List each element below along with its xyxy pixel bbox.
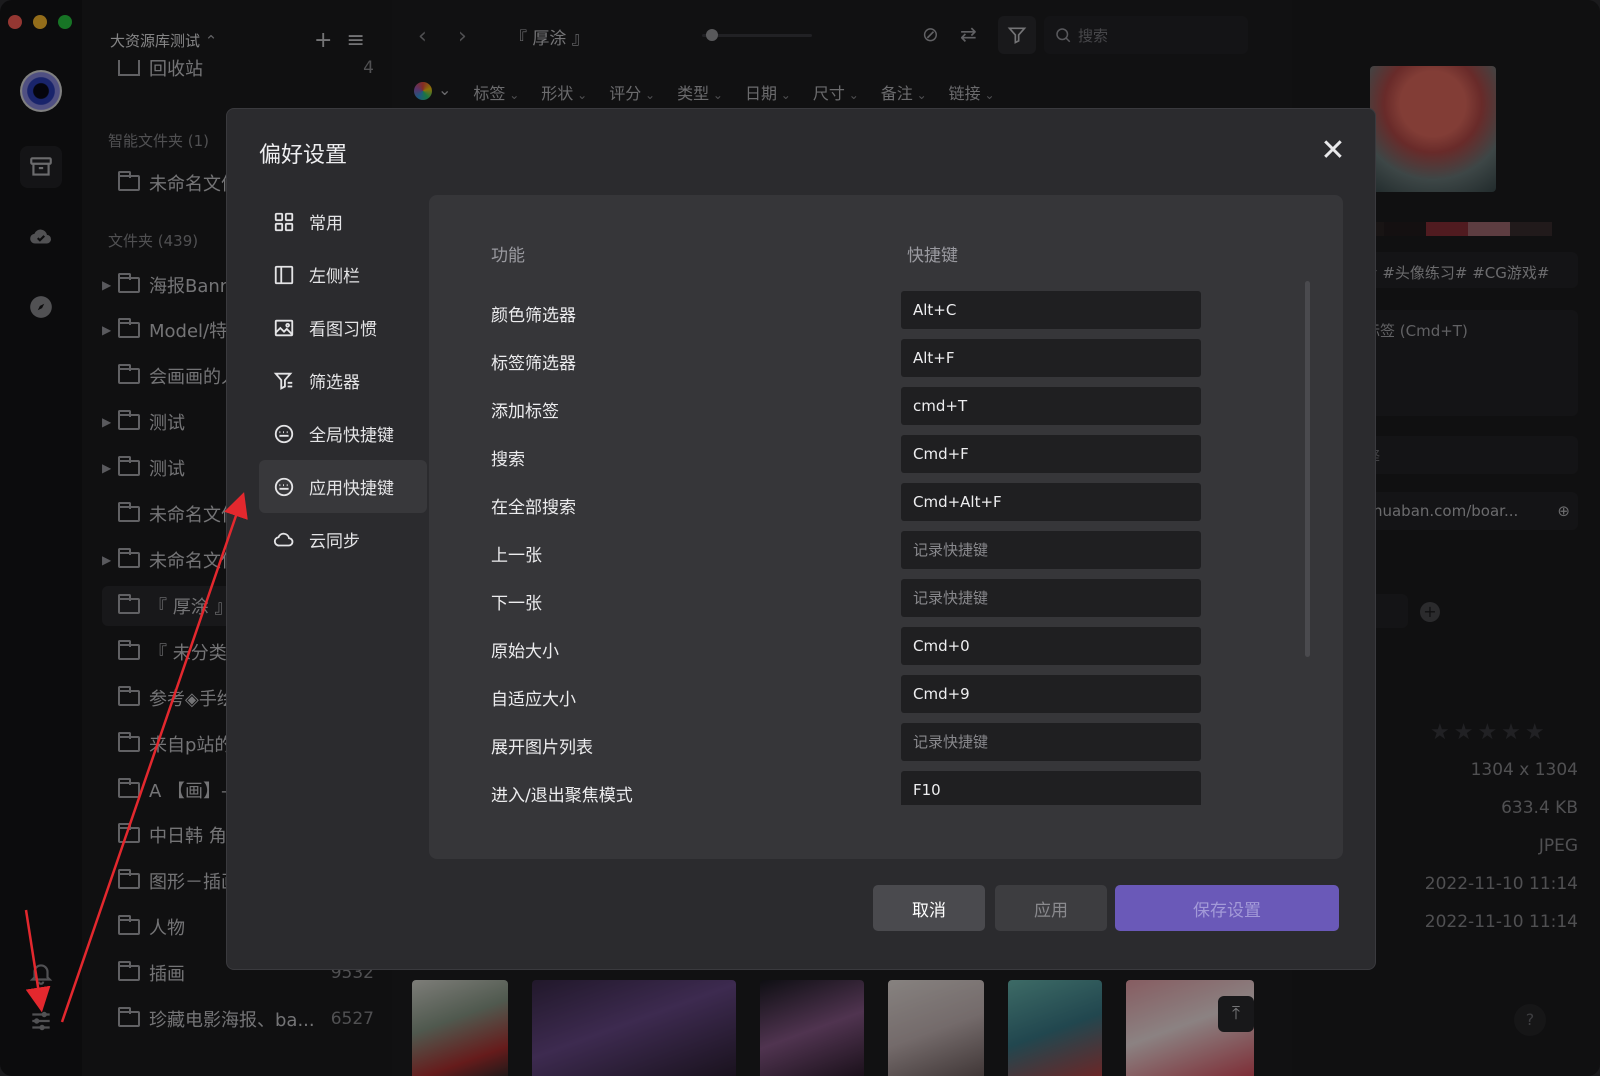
save-settings-button[interactable]: 保存设置 (1115, 885, 1339, 931)
shortcut-row: 原始大小 Cmd+0 (429, 627, 1309, 675)
shortcut-row: 上一张 记录快捷键 (429, 531, 1309, 579)
sidebar-layout-icon (273, 264, 295, 286)
nav-item-viewing[interactable]: 看图习惯 (259, 301, 427, 354)
shortcut-function-label: 自适应大小 (491, 690, 576, 710)
apply-button[interactable]: 应用 (995, 885, 1107, 931)
shortcut-row: 自适应大小 Cmd+9 (429, 675, 1309, 723)
preferences-dialog: 偏好设置 ✕ 常用 左侧栏 看图习惯 筛选器 全局快捷键 应用快捷键 云同步 功能 快捷键 … (226, 108, 1376, 970)
shortcut-key-field[interactable]: Cmd+F (901, 435, 1201, 473)
shortcut-function-label: 搜索 (491, 450, 525, 470)
shortcut-key-field[interactable]: F10 (901, 771, 1201, 805)
filter-icon (273, 370, 295, 392)
shortcuts-panel: 功能 快捷键 颜色筛选器 Alt+C 标签筛选器 Alt+F 添加标签 cmd+T 搜索 Cm… (429, 195, 1343, 859)
nav-label: 云同步 (309, 532, 360, 552)
nav-item-app-shortcuts[interactable]: 应用快捷键 (259, 460, 427, 513)
nav-item-global-shortcuts[interactable]: 全局快捷键 (259, 407, 427, 460)
keyboard-icon (273, 476, 295, 498)
shortcut-key-field[interactable]: 记录快捷键 (901, 579, 1201, 617)
nav-label: 应用快捷键 (309, 479, 394, 499)
shortcut-row: 在全部搜索 Cmd+Alt+F (429, 483, 1309, 531)
shortcut-function-label: 上一张 (491, 546, 542, 566)
shortcut-function-label: 原始大小 (491, 642, 559, 662)
nav-label: 筛选器 (309, 373, 360, 393)
nav-label: 左侧栏 (309, 267, 360, 287)
shortcut-key-field[interactable]: 记录快捷键 (901, 723, 1201, 761)
shortcut-key-field[interactable]: Cmd+0 (901, 627, 1201, 665)
shortcut-row: 搜索 Cmd+F (429, 435, 1309, 483)
shortcut-row: 展开图片列表 记录快捷键 (429, 723, 1309, 771)
cancel-button[interactable]: 取消 (873, 885, 985, 931)
image-icon (273, 317, 295, 339)
shortcut-key-field[interactable]: cmd+T (901, 387, 1201, 425)
shortcut-row: 进入/退出聚焦模式 F10 (429, 771, 1309, 805)
shortcut-function-label: 添加标签 (491, 402, 559, 422)
keyboard-icon (273, 423, 295, 445)
app-window: 大资源库测试 ⌃ + ≡ 回收站 4 智能文件夹 (1) 文件夹 (439) 未… (0, 0, 1600, 1076)
shortcut-key-field[interactable]: 记录快捷键 (901, 531, 1201, 569)
nav-item-sidebar[interactable]: 左侧栏 (259, 248, 427, 301)
nav-item-cloud-sync[interactable]: 云同步 (259, 513, 427, 566)
shortcut-function-label: 下一张 (491, 594, 542, 614)
column-shortcut: 快捷键 (907, 246, 958, 266)
shortcut-row: 颜色筛选器 Alt+C (429, 291, 1309, 339)
shortcut-key-field[interactable]: Alt+F (901, 339, 1201, 377)
shortcut-function-label: 展开图片列表 (491, 738, 593, 758)
shortcut-function-label: 颜色筛选器 (491, 306, 576, 326)
shortcut-key-field[interactable]: Cmd+9 (901, 675, 1201, 713)
scrollbar[interactable] (1305, 281, 1310, 657)
shortcut-key-field[interactable]: Alt+C (901, 291, 1201, 329)
shortcut-list: 颜色筛选器 Alt+C 标签筛选器 Alt+F 添加标签 cmd+T 搜索 Cmd+F 在全部搜… (429, 291, 1309, 805)
preferences-nav: 常用左侧栏看图习惯筛选器全局快捷键应用快捷键云同步 (259, 195, 427, 566)
nav-label: 常用 (309, 214, 343, 234)
shortcut-row: 下一张 记录快捷键 (429, 579, 1309, 627)
nav-label: 全局快捷键 (309, 426, 394, 446)
nav-label: 看图习惯 (309, 320, 377, 340)
shortcut-row: 添加标签 cmd+T (429, 387, 1309, 435)
shortcut-function-label: 标签筛选器 (491, 354, 576, 374)
shortcut-function-label: 在全部搜索 (491, 498, 576, 518)
dialog-title: 偏好设置 (259, 143, 348, 168)
close-icon[interactable]: ✕ (1315, 133, 1351, 169)
shortcut-row: 标签筛选器 Alt+F (429, 339, 1309, 387)
nav-item-general[interactable]: 常用 (259, 195, 427, 248)
shortcut-function-label: 进入/退出聚焦模式 (491, 786, 633, 805)
grid-icon (273, 211, 295, 233)
shortcut-key-field[interactable]: Cmd+Alt+F (901, 483, 1201, 521)
column-function: 功能 (491, 246, 525, 266)
cloud-icon (273, 529, 295, 551)
nav-item-filter[interactable]: 筛选器 (259, 354, 427, 407)
